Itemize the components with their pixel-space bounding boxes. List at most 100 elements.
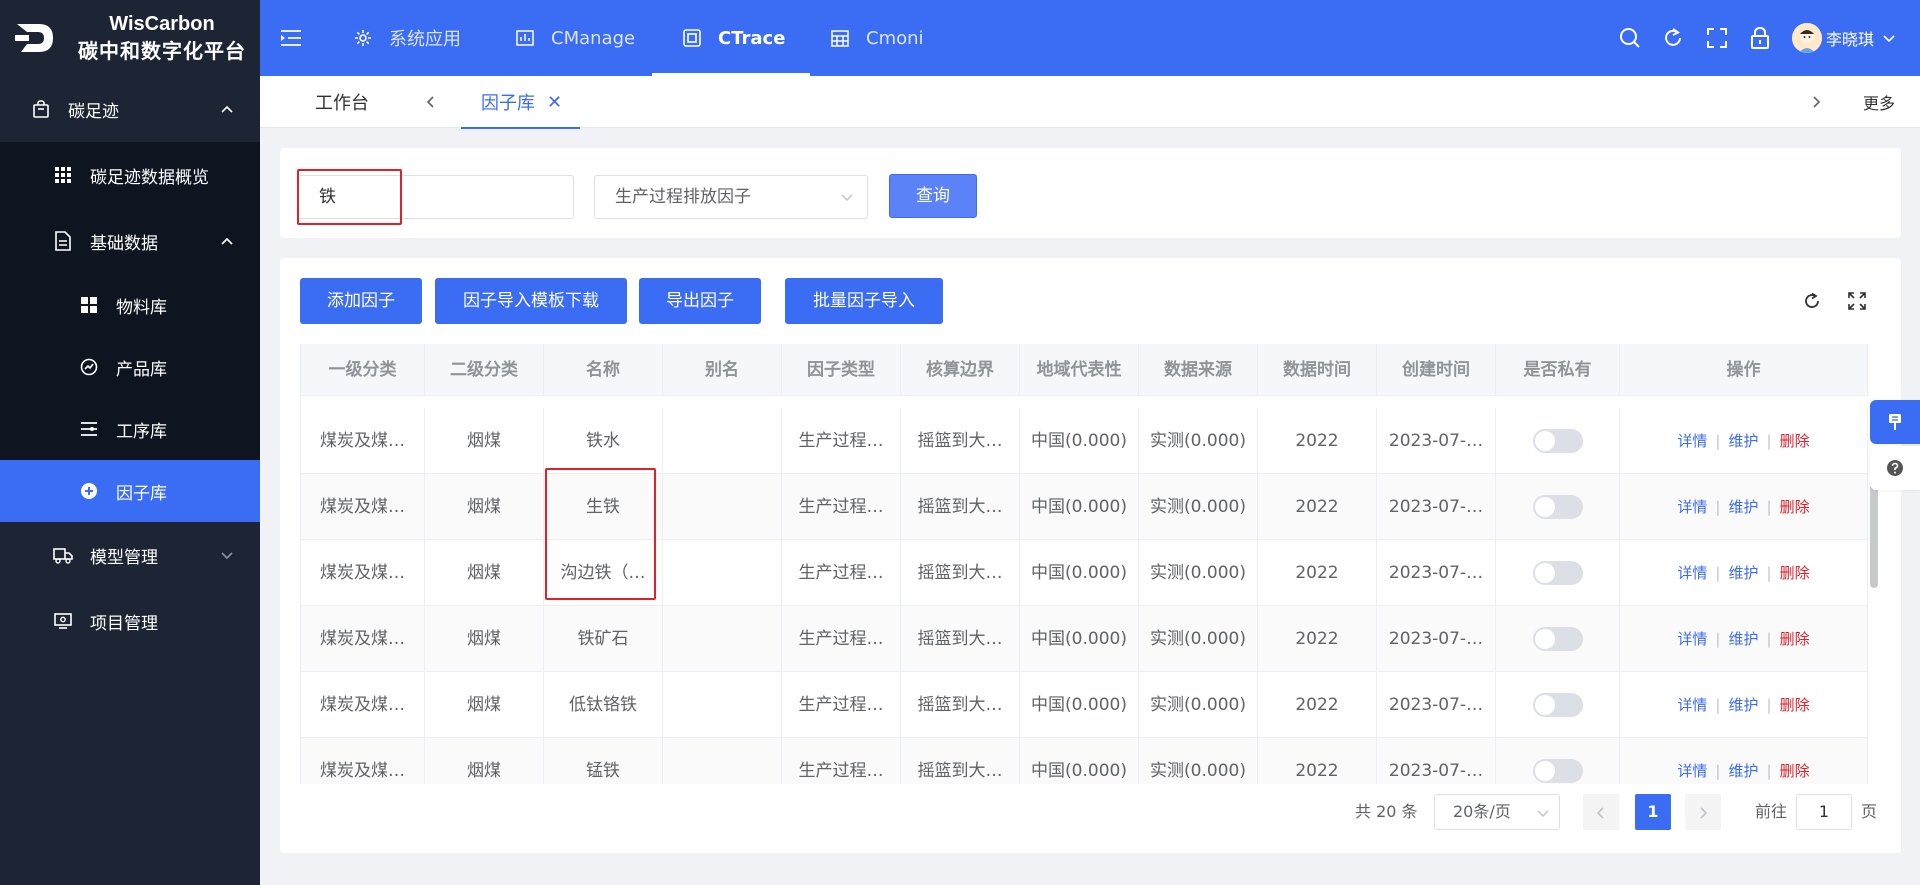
page-number-current[interactable]: 1 (1635, 794, 1671, 830)
keyword-input[interactable]: 铁 (298, 175, 574, 219)
column-header: 核算边界 (901, 344, 1020, 396)
table-row[interactable]: 煤炭及煤… 烟煤 铁矿石 生产过程… 摇篮到大… 中国(0.000) 实测(0.000) 20… (301, 606, 1868, 672)
table-cell: 中国(0.000) (1020, 540, 1139, 606)
lock-icon[interactable] (1748, 26, 1772, 50)
sidebar-group-basic[interactable]: 基础数据 (0, 208, 260, 274)
table-cell: 煤炭及煤… (301, 606, 425, 672)
goto-page-input[interactable]: 1 (1796, 794, 1852, 830)
table-cell: 实测(0.000) (1139, 672, 1258, 738)
template-download-button[interactable]: 因子导入模板下载 (435, 278, 627, 324)
sidebar-group-footprint[interactable]: 碳足迹 (0, 76, 260, 142)
tab-workbench[interactable]: 工作台 (315, 76, 369, 128)
tabs-scroll-left-icon[interactable] (425, 76, 437, 128)
sidebar-item-overview-label: 碳足迹数据概览 (90, 167, 209, 188)
brand-name: WisCarbon (109, 13, 215, 35)
sidebar-group-project[interactable]: 项目管理 (0, 588, 260, 654)
delete-link[interactable]: 删除 (1780, 432, 1810, 450)
delete-link[interactable]: 删除 (1780, 630, 1810, 648)
factor-type-select[interactable]: 生产过程排放因子 (594, 175, 868, 219)
detail-link[interactable]: 详情 (1677, 630, 1707, 648)
table-cell: 煤炭及煤… (301, 408, 425, 474)
detail-link[interactable]: 详情 (1677, 432, 1707, 450)
table-row[interactable]: 煤炭及煤… 烟煤 锰铁 生产过程… 摇篮到大… 中国(0.000) 实测(0.000) 202… (301, 738, 1868, 784)
user-menu[interactable]: 李晓琪 (1792, 22, 1896, 54)
tabs-scroll-right-icon[interactable] (1810, 76, 1822, 128)
row-actions: 详情 | 维护 | 删除 (1620, 474, 1868, 540)
tab-cmanage-label: CManage (551, 27, 636, 49)
avatar (1792, 23, 1822, 53)
table-cell: 锰铁 (544, 738, 663, 784)
private-toggle[interactable] (1532, 627, 1583, 651)
tab-ctrace-label: CTrace (718, 27, 786, 49)
detail-link[interactable]: 详情 (1677, 696, 1707, 714)
help-float-button[interactable] (1870, 446, 1920, 490)
refresh-icon[interactable] (1661, 26, 1685, 50)
maintain-link[interactable]: 维护 (1728, 564, 1758, 582)
feedback-float-button[interactable] (1870, 400, 1920, 444)
table-row[interactable]: 煤炭及煤… 烟煤 生铁 生产过程… 摇篮到大… 中国(0.000) 实测(0.000) 202… (301, 474, 1868, 540)
private-toggle[interactable] (1532, 561, 1583, 585)
tab-cmanage[interactable]: CManage (515, 0, 635, 76)
search-icon[interactable] (1618, 26, 1642, 50)
divider: | (1766, 432, 1772, 450)
tab-factor-library[interactable]: 因子库 ✕ (460, 76, 581, 129)
maintain-link[interactable]: 维护 (1728, 696, 1758, 714)
table-row[interactable]: 煤炭及煤… 烟煤 铁水 生产过程… 摇篮到大… 中国(0.000) 实测(0.000) 202… (301, 408, 1868, 474)
maintain-link[interactable]: 维护 (1728, 432, 1758, 450)
maintain-link[interactable]: 维护 (1728, 498, 1758, 516)
add-factor-button[interactable]: 添加因子 (300, 278, 422, 324)
detail-link[interactable]: 详情 (1677, 564, 1707, 582)
close-icon[interactable]: ✕ (547, 92, 562, 113)
delete-link[interactable]: 删除 (1780, 762, 1810, 780)
table-panel: 添加因子 因子导入模板下载 导出因子 批量因子导入 一级分类 二级分类 名称 别名 因子… (280, 258, 1901, 853)
sidebar-item-material[interactable]: 物料库 (0, 274, 260, 336)
tab-ctrace[interactable]: CTrace (651, 0, 811, 76)
private-toggle[interactable] (1532, 759, 1583, 783)
column-header: 是否私有 (1496, 344, 1620, 396)
detail-link[interactable]: 详情 (1677, 762, 1707, 780)
maintain-link[interactable]: 维护 (1728, 630, 1758, 648)
table-cell: 2022 (1258, 474, 1377, 540)
table-row[interactable]: 煤炭及煤… 烟煤 沟边铁（… 生产过程… 摇篮到大… 中国(0.000) 实测(0.000)… (301, 540, 1868, 606)
table-scrollbar[interactable] (1870, 478, 1878, 588)
reload-icon[interactable] (1802, 291, 1822, 311)
maintain-link[interactable]: 维护 (1728, 762, 1758, 780)
fullscreen-icon[interactable] (1705, 26, 1729, 50)
next-page-button[interactable] (1685, 794, 1721, 830)
table-cell: 烟煤 (425, 738, 544, 784)
sidebar-group-footprint-label: 碳足迹 (68, 101, 119, 122)
batch-import-button[interactable]: 批量因子导入 (785, 278, 943, 324)
detail-link[interactable]: 详情 (1677, 498, 1707, 516)
table-header: 一级分类 二级分类 名称 别名 因子类型 核算边界 地域代表性 数据来源 数据时间 创建时间 是否私… (301, 344, 1868, 396)
calendar-icon (830, 28, 850, 48)
sidebar-item-product-label: 产品库 (116, 359, 167, 380)
table-row[interactable]: 煤炭及煤… 烟煤 低钛铬铁 生产过程… 摇篮到大… 中国(0.000) 实测(0.000) 2… (301, 672, 1868, 738)
private-toggle[interactable] (1532, 495, 1583, 519)
sidebar-item-process[interactable]: 工序库 (0, 398, 260, 460)
delete-link[interactable]: 删除 (1780, 564, 1810, 582)
sidebar-group-model[interactable]: 模型管理 (0, 522, 260, 588)
tab-cmoni[interactable]: Cmoni (830, 0, 924, 76)
private-toggle[interactable] (1532, 693, 1583, 717)
table-cell: 2023-07-… (1377, 474, 1496, 540)
table-cell: 生产过程… (782, 672, 901, 738)
table-cell: 实测(0.000) (1139, 606, 1258, 672)
tabs-more[interactable]: 更多 (1863, 76, 1895, 128)
delete-link[interactable]: 删除 (1780, 498, 1810, 516)
private-toggle[interactable] (1532, 429, 1583, 453)
menu-fold-icon[interactable] (280, 28, 302, 48)
query-button[interactable]: 查询 (889, 174, 977, 218)
tab-cmoni-label: Cmoni (866, 27, 924, 49)
sidebar-item-overview[interactable]: 碳足迹数据概览 (0, 142, 260, 208)
tab-system-apps[interactable]: 系统应用 (353, 0, 461, 76)
column-header: 地域代表性 (1020, 344, 1139, 396)
export-factor-button[interactable]: 导出因子 (639, 278, 761, 324)
page-size-select[interactable]: 20条/页 (1434, 794, 1560, 830)
delete-link[interactable]: 删除 (1780, 696, 1810, 714)
sidebar-item-product[interactable]: 产品库 (0, 336, 260, 398)
sidebar-item-factor[interactable]: 因子库 (0, 460, 260, 522)
prev-page-button[interactable] (1583, 794, 1619, 830)
keyword-value: 铁 (319, 187, 336, 207)
expand-icon[interactable] (1847, 291, 1867, 311)
table-cell: 铁水 (544, 408, 663, 474)
